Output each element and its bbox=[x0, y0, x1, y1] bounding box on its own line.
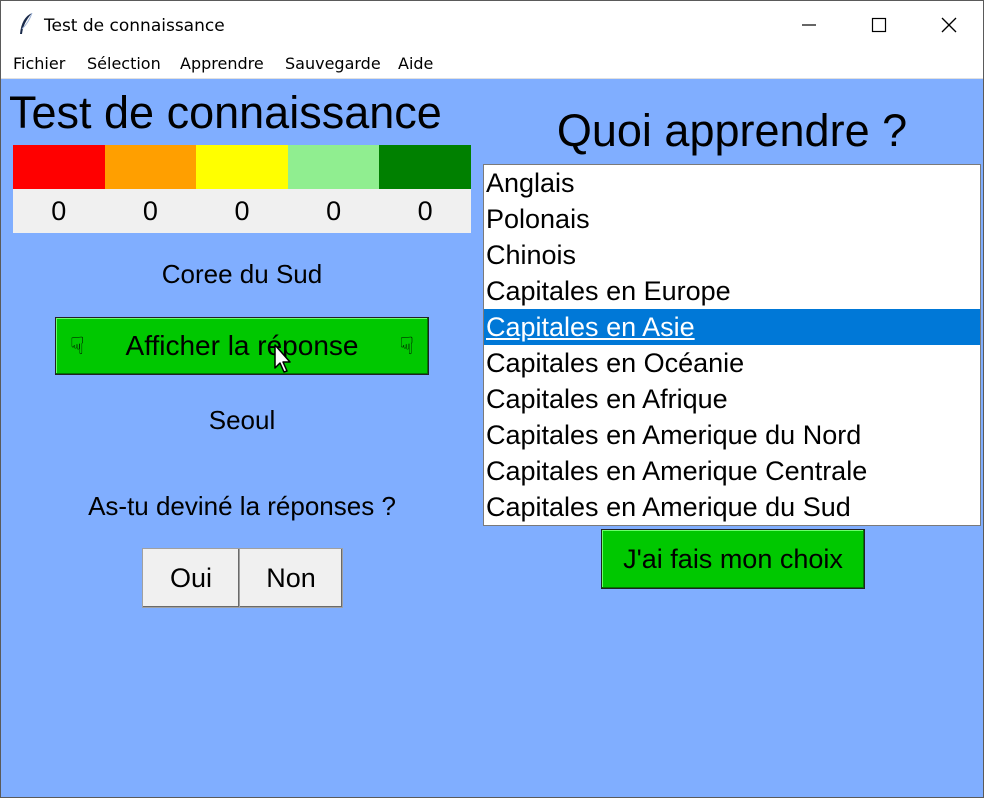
list-item[interactable]: Capitales en Afrique bbox=[484, 381, 980, 417]
menu-sauvegarde[interactable]: Sauvegarde bbox=[285, 54, 381, 73]
question-text: Coree du Sud bbox=[161, 259, 323, 289]
topic-title: Quoi apprendre ? bbox=[556, 105, 908, 156]
list-item[interactable]: Capitales en Amerique Centrale bbox=[484, 453, 980, 489]
score-color-orange bbox=[104, 145, 197, 189]
list-item[interactable]: Capitales en Europe bbox=[484, 273, 980, 309]
list-item[interactable]: Polonais bbox=[484, 201, 980, 237]
close-button[interactable] bbox=[914, 1, 983, 49]
menu-aide[interactable]: Aide bbox=[398, 54, 433, 73]
score-color-yellow bbox=[196, 145, 288, 189]
score-count: 0 bbox=[417, 196, 433, 226]
score-color-lightgreen bbox=[287, 145, 380, 189]
close-icon bbox=[941, 17, 957, 33]
show-answer-button[interactable]: ☟ Afficher la réponse ☟ bbox=[55, 317, 429, 375]
list-item[interactable]: Anglais bbox=[484, 165, 980, 201]
guess-prompt: As-tu deviné la réponses ? bbox=[88, 491, 396, 521]
feather-icon bbox=[20, 12, 33, 34]
list-item[interactable]: Capitales en Océanie bbox=[484, 345, 980, 381]
pointing-hand-icon: ☟ bbox=[399, 332, 414, 360]
menu-apprendre[interactable]: Apprendre bbox=[180, 54, 264, 73]
score-color-bar bbox=[13, 145, 471, 189]
list-item[interactable]: Capitales en Amerique du Sud bbox=[484, 489, 980, 525]
topic-listbox[interactable]: Anglais Polonais Chinois Capitales en Eu… bbox=[483, 164, 981, 526]
no-button[interactable]: Non bbox=[239, 548, 343, 608]
score-count: 0 bbox=[142, 196, 158, 226]
list-item[interactable]: Chinois bbox=[484, 237, 980, 273]
yes-button[interactable]: Oui bbox=[142, 548, 240, 608]
title-bar[interactable]: Test de connaissance bbox=[1, 1, 983, 49]
maximize-button[interactable] bbox=[844, 1, 914, 49]
minimize-button[interactable] bbox=[774, 1, 844, 49]
list-item-selected[interactable]: Capitales en Asie bbox=[484, 309, 980, 345]
pointing-hand-icon: ☟ bbox=[70, 332, 85, 360]
menu-fichier[interactable]: Fichier bbox=[13, 54, 65, 73]
score-count: 0 bbox=[234, 196, 250, 226]
answer-text: Seoul bbox=[208, 405, 276, 435]
minimize-icon bbox=[802, 24, 816, 26]
score-count: 0 bbox=[326, 196, 342, 226]
score-counters: 0 0 0 0 0 bbox=[13, 189, 471, 233]
score-color-darkgreen bbox=[379, 145, 471, 189]
maximize-icon bbox=[871, 17, 887, 33]
app-window: Test de connaissance Fichier Sélection A… bbox=[0, 0, 984, 798]
score-color-red bbox=[13, 145, 105, 189]
score-count: 0 bbox=[51, 196, 67, 226]
window-title: Test de connaissance bbox=[44, 16, 225, 36]
menu-selection[interactable]: Sélection bbox=[87, 54, 161, 73]
quiz-title: Test de connaissance bbox=[9, 87, 442, 138]
confirm-choice-button[interactable]: J'ai fais mon choix bbox=[601, 529, 865, 589]
show-answer-label: Afficher la réponse bbox=[125, 330, 359, 361]
list-item[interactable]: Capitales en Amerique du Nord bbox=[484, 417, 980, 453]
mouse-cursor-icon bbox=[274, 344, 291, 373]
menu-bar: Fichier Sélection Apprendre Sauvegarde A… bbox=[1, 49, 983, 79]
